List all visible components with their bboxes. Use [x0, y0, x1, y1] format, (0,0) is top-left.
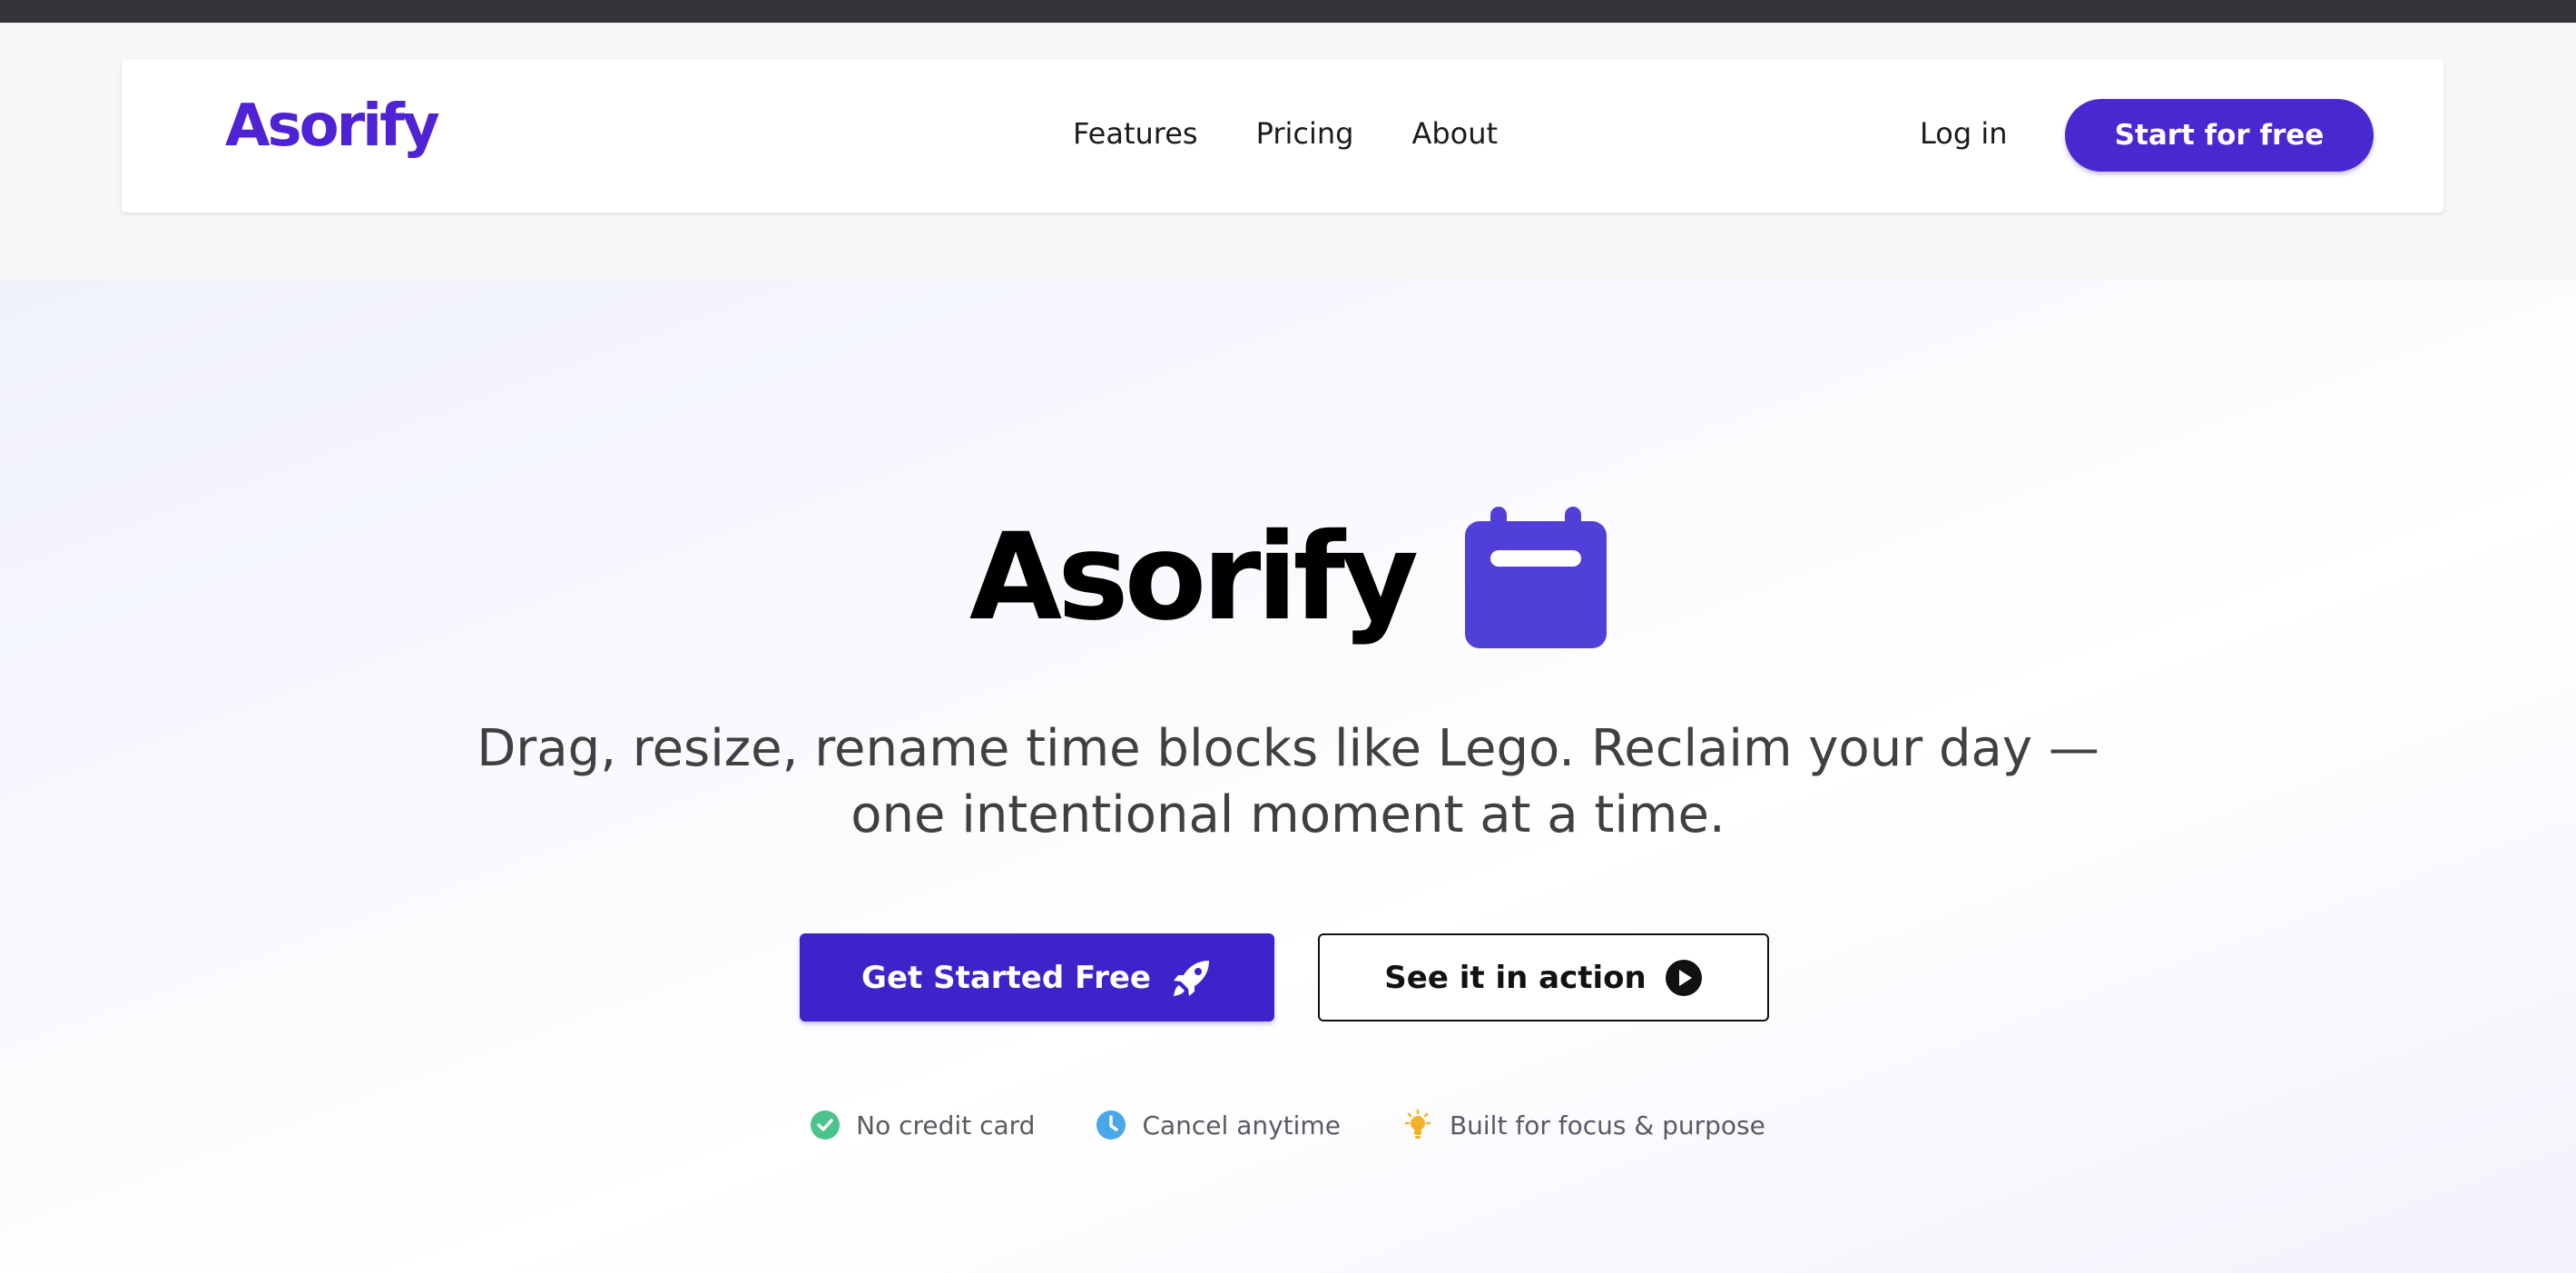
- feature-no-credit-card: No credit card: [811, 1110, 1035, 1140]
- hero-features: No credit card Cancel anytime Built for …: [0, 1110, 2576, 1140]
- calendar-icon: [1456, 507, 1608, 648]
- lightbulb-icon: [1402, 1110, 1433, 1140]
- feature-label: No credit card: [856, 1110, 1036, 1140]
- feature-label: Built for focus & purpose: [1449, 1110, 1765, 1140]
- clock-icon: [1096, 1110, 1126, 1140]
- hero-subtitle: Drag, resize, rename time blocks like Le…: [477, 719, 2099, 844]
- see-it-in-action-button[interactable]: See it in action: [1318, 933, 1769, 1021]
- hero-title: Asorify: [968, 508, 1419, 647]
- start-for-free-button[interactable]: Start for free: [2065, 99, 2374, 172]
- see-it-in-action-label: See it in action: [1384, 959, 1647, 996]
- nav-link-pricing[interactable]: Pricing: [1256, 116, 1354, 151]
- nav-link-about[interactable]: About: [1411, 116, 1498, 151]
- check-circle-icon: [811, 1110, 841, 1140]
- get-started-free-label: Get Started Free: [861, 959, 1151, 996]
- hero-title-row: Asorify: [0, 507, 2576, 648]
- login-link[interactable]: Log in: [1920, 116, 2008, 151]
- get-started-free-button[interactable]: Get Started Free: [800, 933, 1274, 1021]
- feature-built-for-focus: Built for focus & purpose: [1402, 1110, 1765, 1140]
- nav-link-features[interactable]: Features: [1073, 116, 1198, 151]
- rocket-icon: [1171, 957, 1213, 999]
- feature-cancel-anytime: Cancel anytime: [1096, 1110, 1341, 1140]
- main-nav: Features Pricing About: [1073, 116, 1498, 151]
- browser-top-bar: [0, 0, 2576, 23]
- brand-logo[interactable]: Asorify: [225, 93, 440, 160]
- navbar: Asorify Features Pricing About Log in St…: [122, 60, 2443, 212]
- play-circle-icon: [1665, 959, 1703, 997]
- feature-label: Cancel anytime: [1142, 1110, 1341, 1140]
- hero-section: Asorify Drag, resize, rename time blocks…: [0, 280, 2576, 1273]
